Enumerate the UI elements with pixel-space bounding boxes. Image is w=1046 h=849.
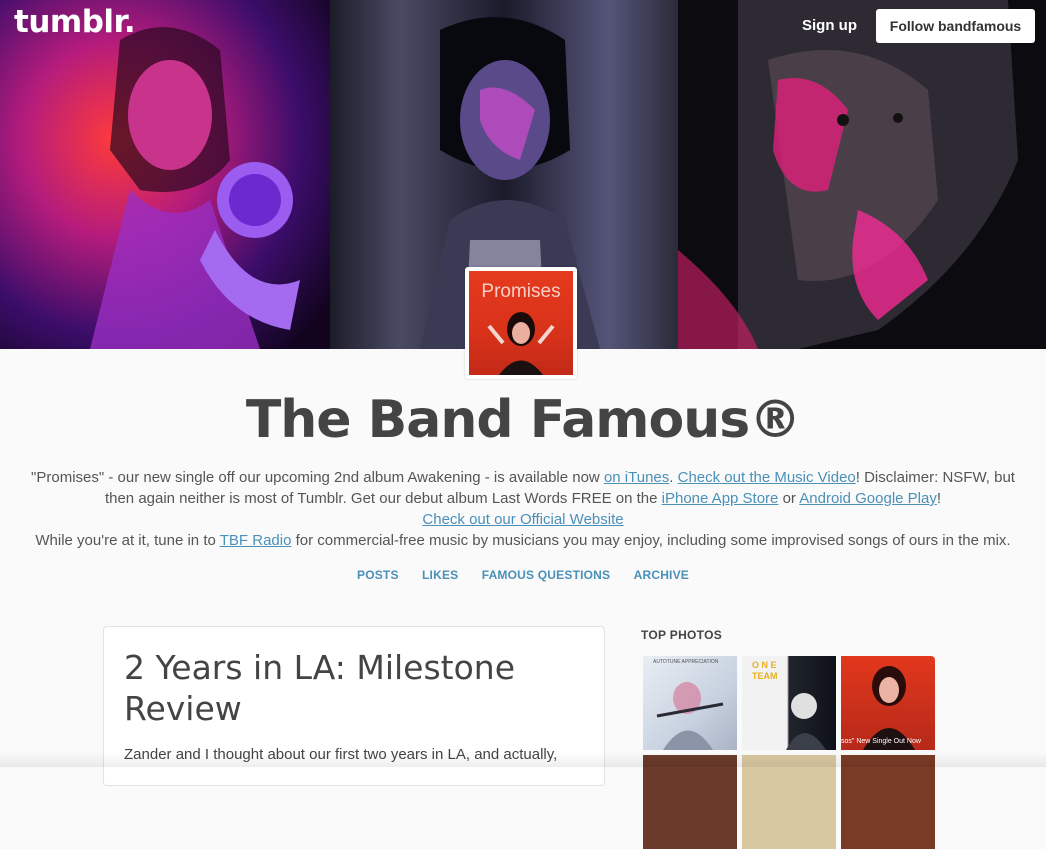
top-photo-thumb[interactable]: sos" New Single Out Now <box>841 656 935 750</box>
signup-button[interactable]: Sign up <box>790 10 869 42</box>
header-photo-1 <box>0 0 330 349</box>
bottom-fade <box>0 752 1046 767</box>
tumblr-logo[interactable]: tumblr. <box>14 4 136 40</box>
tbf-radio-link[interactable]: TBF Radio <box>220 532 292 549</box>
top-photo-thumb[interactable]: AUTOTUNE APPRECIATION <box>643 656 737 750</box>
top-photo-thumb[interactable]: O N E TEAM <box>742 656 836 750</box>
music-video-link[interactable]: Check out the Music Video <box>678 469 856 486</box>
official-website-link[interactable]: Check out our Official Website <box>422 511 623 528</box>
desc-text: for commercial-free music by musicians y… <box>291 532 1011 549</box>
blog-avatar[interactable]: Promises <box>465 267 577 379</box>
google-play-link[interactable]: Android Google Play <box>799 490 937 507</box>
itunes-link[interactable]: on iTunes <box>604 469 669 486</box>
top-photo-thumb[interactable] <box>643 755 737 849</box>
desc-text: "Promises" - our new single off our upco… <box>31 469 604 486</box>
nav-posts[interactable]: POSTS <box>357 568 399 582</box>
desc-text: ! <box>936 490 942 507</box>
blog-nav: POSTS LIKES FAMOUS QUESTIONS ARCHIVE <box>0 568 1046 582</box>
desc-text: . <box>669 469 678 486</box>
blog-description: "Promises" - our new single off our upco… <box>20 467 1026 551</box>
avatar-image: Promises <box>469 271 573 375</box>
header-photo-3 <box>678 0 1046 349</box>
nav-archive[interactable]: ARCHIVE <box>634 568 689 582</box>
blog-title: The Band Famous® <box>245 390 801 450</box>
thumb-caption: sos" New Single Out Now <box>841 738 921 745</box>
desc-text: or <box>778 490 800 507</box>
app-store-link[interactable]: iPhone App Store <box>662 490 779 507</box>
top-photo-thumb[interactable] <box>841 755 935 849</box>
nav-famous-questions[interactable]: FAMOUS QUESTIONS <box>482 568 611 582</box>
nav-likes[interactable]: LIKES <box>422 568 458 582</box>
top-photos-heading: TOP PHOTOS <box>641 628 723 642</box>
top-photo-thumb[interactable] <box>742 755 836 849</box>
post-title[interactable]: 2 Years in LA: Milestone Review <box>124 647 584 729</box>
follow-button[interactable]: Follow bandfamous <box>876 9 1035 43</box>
desc-text: While you're at it, tune in to <box>35 532 220 549</box>
